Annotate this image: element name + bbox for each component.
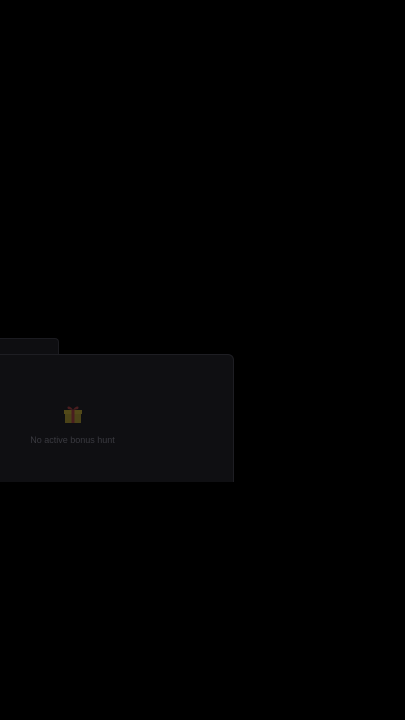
bonus-hunt-panel: No active bonus hunt: [0, 354, 234, 482]
app-stage: No active bonus hunt: [0, 0, 405, 720]
empty-state: No active bonus hunt: [0, 401, 145, 445]
gift-icon: [63, 406, 82, 423]
empty-state-message: No active bonus hunt: [30, 435, 115, 445]
